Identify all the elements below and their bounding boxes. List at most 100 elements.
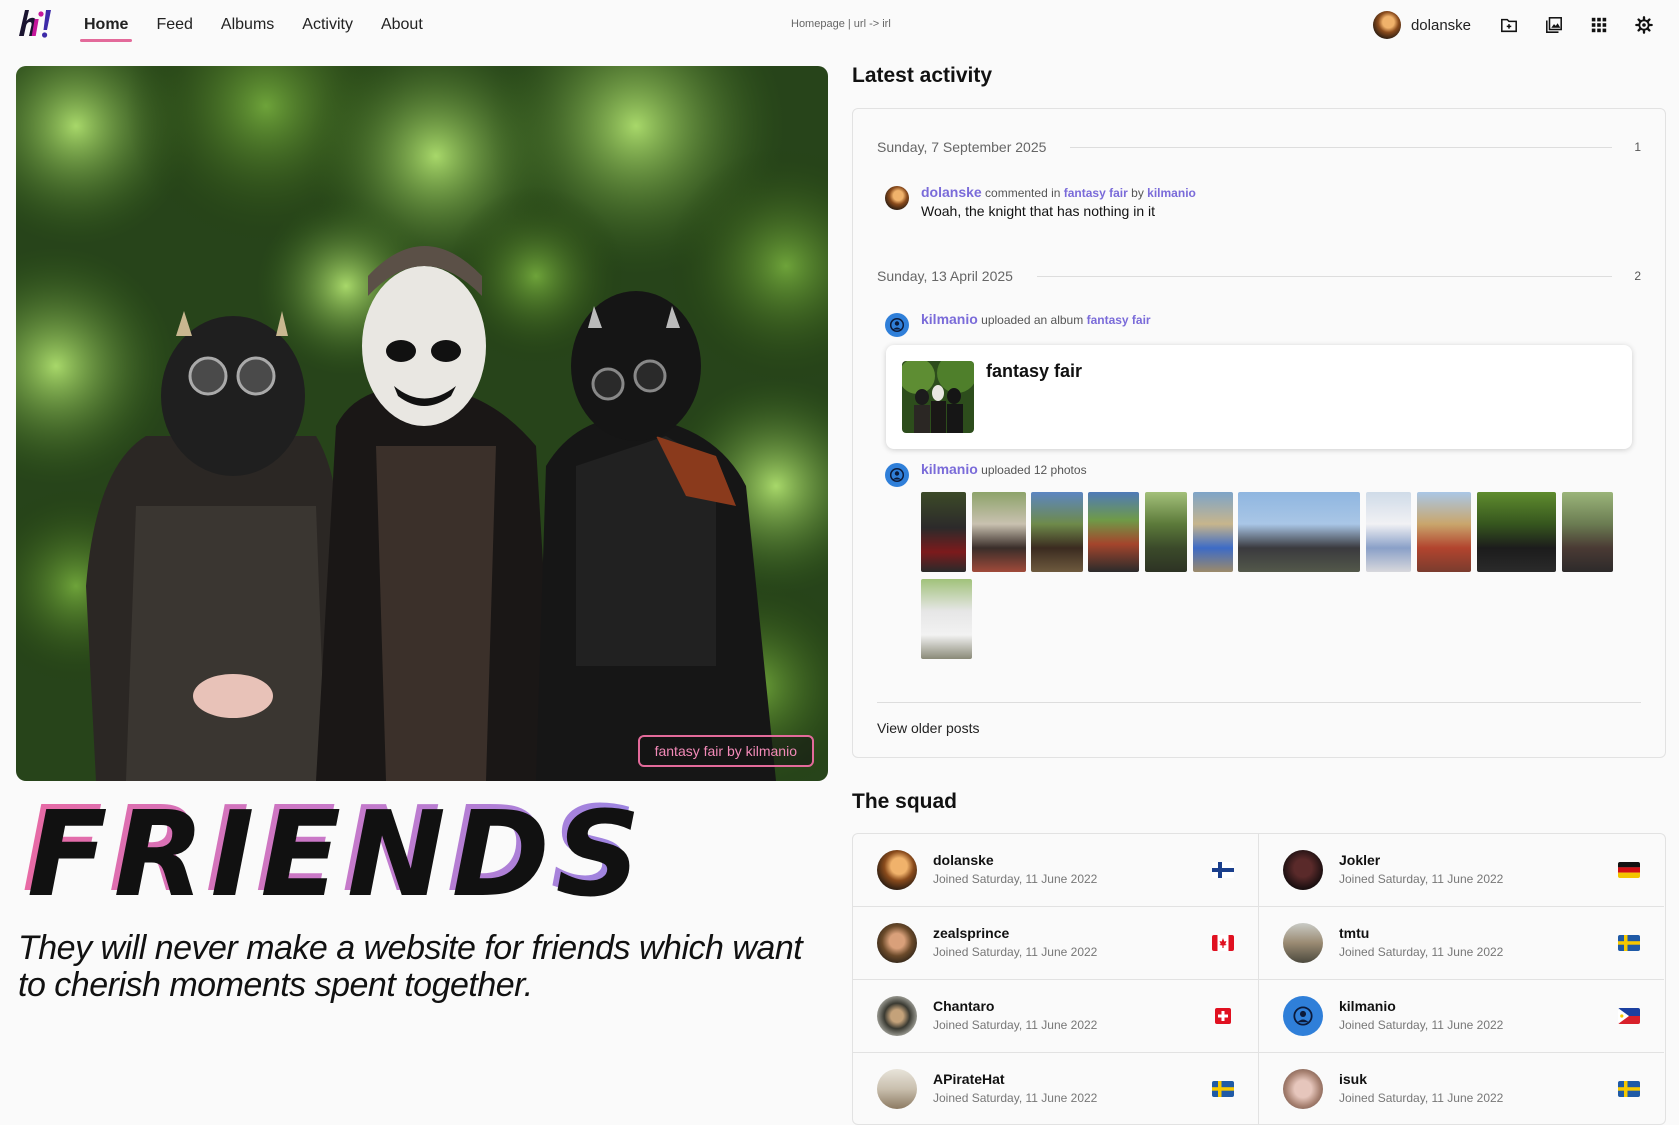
canada-flag-icon [1212, 935, 1234, 951]
member-card[interactable]: kilmanio Joined Saturday, 11 June 2022 [1258, 980, 1664, 1053]
activity-user[interactable]: dolanske [921, 184, 982, 200]
hero-caption[interactable]: fantasy fair by kilmanio [637, 735, 814, 767]
member-joined: Joined Saturday, 11 June 2022 [1339, 945, 1504, 959]
activity-target-link[interactable]: fantasy fair [1064, 186, 1128, 200]
user-name[interactable]: dolanske [1411, 17, 1471, 34]
activity-target-link[interactable]: fantasy fair [1087, 313, 1151, 327]
squad-title: The squad [852, 790, 958, 813]
member-joined: Joined Saturday, 11 June 2022 [933, 945, 1098, 959]
member-joined: Joined Saturday, 11 June 2022 [933, 1018, 1098, 1032]
divider [1036, 275, 1613, 277]
gear-icon[interactable] [1634, 15, 1654, 35]
hero-photo [16, 66, 828, 781]
nav-feed[interactable]: Feed [142, 0, 206, 50]
photo-thumbnail[interactable] [1145, 492, 1187, 572]
philippines-flag-icon [1618, 1008, 1640, 1024]
member-card[interactable]: dolanske Joined Saturday, 11 June 2022 [853, 834, 1258, 907]
member-card[interactable]: Jokler Joined Saturday, 11 June 2022 [1258, 834, 1664, 907]
friends-title: FRIENDS [22, 780, 642, 918]
avatar [1283, 1069, 1323, 1109]
finland-flag-icon [1212, 862, 1234, 878]
nav-home[interactable]: Home [70, 0, 142, 50]
nav-activity[interactable]: Activity [288, 0, 367, 50]
activity-count: 2 [1634, 269, 1641, 283]
sweden-flag-icon [1618, 1081, 1640, 1097]
member-name: Chantaro [933, 998, 995, 1014]
folder-plus-icon[interactable] [1499, 15, 1519, 35]
divider [877, 702, 1641, 703]
user-area: dolanske [1372, 10, 1679, 40]
member-name: dolanske [933, 852, 994, 868]
site-logo[interactable] [16, 6, 56, 42]
member-joined: Joined Saturday, 11 June 2022 [933, 1091, 1098, 1105]
photo-thumbnail[interactable] [1366, 492, 1411, 572]
breadcrumb: Homepage | url -> irl [791, 18, 891, 30]
member-name: zealsprince [933, 925, 1010, 941]
nav-albums[interactable]: Albums [207, 0, 288, 50]
member-card[interactable]: zealsprince Joined Saturday, 11 June 202… [853, 907, 1258, 980]
avatar[interactable] [885, 186, 909, 210]
photo-thumbnail[interactable] [1088, 492, 1139, 572]
avatar [877, 850, 917, 890]
divider [1070, 146, 1613, 148]
activity-panel: Sunday, 7 September 2025 1 dolanske comm… [852, 108, 1666, 758]
switzerland-flag-icon [1215, 1008, 1231, 1024]
activity-date: Sunday, 7 September 2025 [877, 139, 1047, 155]
member-name: Jokler [1339, 852, 1381, 868]
activity-user[interactable]: kilmanio [921, 461, 978, 477]
avatar [1283, 850, 1323, 890]
sweden-flag-icon [1618, 935, 1640, 951]
photo-thumbnail[interactable] [1238, 492, 1360, 572]
album-name: fantasy fair [986, 361, 1083, 381]
user-circle-icon [889, 317, 905, 333]
activity-date-row: Sunday, 7 September 2025 1 [877, 139, 1641, 155]
member-name: tmtu [1339, 925, 1370, 941]
activity-date-row: Sunday, 13 April 2025 2 [877, 268, 1641, 284]
top-bar: Home Feed Albums Activity About Homepage… [0, 0, 1679, 50]
activity-entry-text: kilmanio uploaded 12 photos [921, 461, 1087, 477]
latest-activity-title: Latest activity [852, 64, 993, 87]
activity-entry-text: kilmanio uploaded an album fantasy fair [921, 311, 1151, 327]
member-card[interactable]: tmtu Joined Saturday, 11 June 2022 [1258, 907, 1664, 980]
member-card[interactable]: Chantaro Joined Saturday, 11 June 2022 [853, 980, 1258, 1053]
nav-about[interactable]: About [367, 0, 437, 50]
member-card[interactable]: APirateHat Joined Saturday, 11 June 2022 [853, 1053, 1258, 1124]
avatar [1283, 996, 1323, 1036]
member-name: isuk [1339, 1071, 1368, 1087]
member-joined: Joined Saturday, 11 June 2022 [1339, 1018, 1504, 1032]
gallery-icon[interactable] [1544, 15, 1564, 35]
comment-text: Woah, the knight that has nothing in it [921, 203, 1156, 219]
photo-thumbnail[interactable] [1562, 492, 1613, 572]
avatar [877, 1069, 917, 1109]
member-name: APirateHat [933, 1071, 1005, 1087]
activity-owner-link[interactable]: kilmanio [1147, 186, 1196, 200]
main-nav: Home Feed Albums Activity About [70, 0, 437, 50]
photo-thumbnail[interactable] [972, 492, 1026, 572]
avatar [877, 923, 917, 963]
member-card[interactable]: isuk Joined Saturday, 11 June 2022 [1258, 1053, 1664, 1124]
activity-action: uploaded an album [981, 313, 1084, 327]
user-circle-icon [889, 467, 905, 483]
photo-thumbnail[interactable] [1417, 492, 1471, 572]
member-joined: Joined Saturday, 11 June 2022 [933, 872, 1098, 886]
hero-image[interactable]: fantasy fair by kilmanio [16, 66, 828, 781]
avatar[interactable] [885, 463, 909, 487]
photo-thumbnail[interactable] [921, 579, 972, 659]
album-card[interactable]: fantasy fair [886, 345, 1632, 449]
member-joined: Joined Saturday, 11 June 2022 [1339, 872, 1504, 886]
photo-thumbnail[interactable] [921, 492, 966, 572]
activity-action: commented in [985, 186, 1061, 200]
photo-thumbnail[interactable] [1193, 492, 1233, 572]
album-thumbnail [902, 361, 974, 433]
photo-thumbnail[interactable] [1477, 492, 1556, 572]
user-avatar[interactable] [1372, 11, 1401, 39]
view-older-posts-link[interactable]: View older posts [877, 720, 979, 736]
avatar[interactable] [885, 313, 909, 337]
activity-entry: dolanske commented in fantasy fair by ki… [885, 184, 1196, 219]
germany-flag-icon [1618, 862, 1640, 878]
activity-count: 1 [1634, 140, 1641, 154]
member-joined: Joined Saturday, 11 June 2022 [1339, 1091, 1504, 1105]
activity-user[interactable]: kilmanio [921, 311, 978, 327]
grid-icon[interactable] [1589, 15, 1609, 35]
photo-thumbnail[interactable] [1031, 492, 1083, 572]
